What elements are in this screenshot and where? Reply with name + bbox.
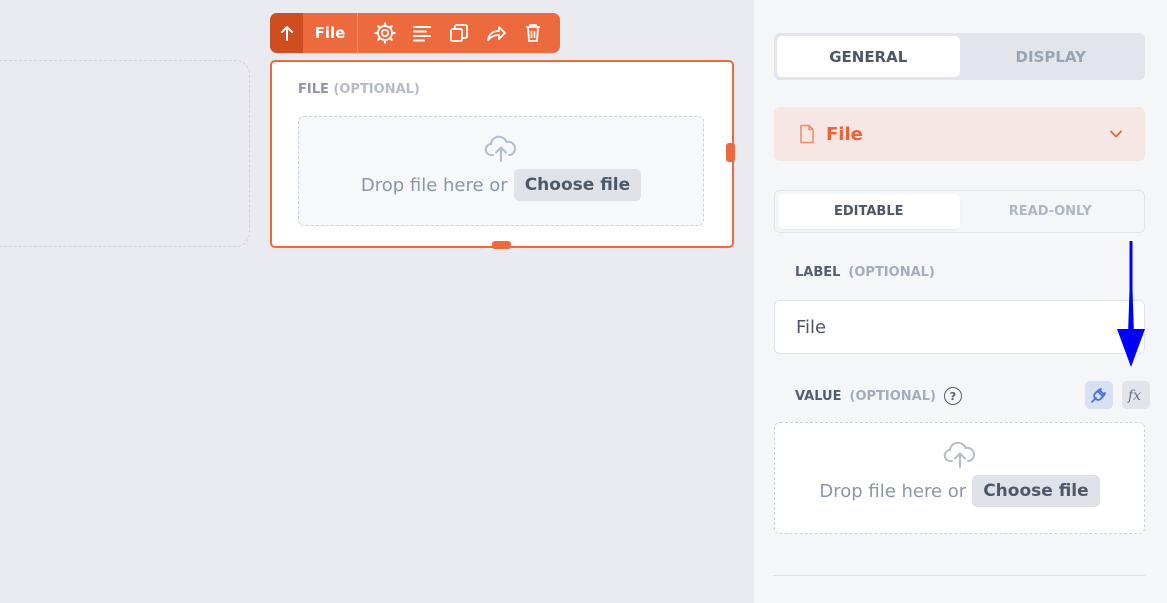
formula-button[interactable]: fx: [1122, 381, 1150, 409]
file-dropzone[interactable]: Drop file here or Choose file: [298, 116, 704, 226]
field-optional-tag: (OPTIONAL): [333, 82, 420, 97]
ghost-placeholder: [0, 60, 250, 247]
move-button[interactable]: [477, 13, 514, 53]
gear-icon: [373, 22, 396, 44]
section-divider: [773, 575, 1145, 576]
data-binding-button[interactable]: [1085, 381, 1113, 409]
function-icon: fx: [1127, 388, 1141, 404]
value-file-dropzone[interactable]: Drop file here or Choose file: [774, 422, 1145, 534]
align-left-icon: [412, 26, 431, 42]
cloud-upload-icon: [484, 135, 516, 162]
value-drop-text: Drop file here or: [819, 480, 967, 502]
label-section-heading: LABEL (OPTIONAL): [795, 265, 935, 280]
toolbar-element-name: File: [303, 13, 358, 53]
label-heading-text: LABEL: [795, 265, 841, 280]
arrow-up-icon: [280, 26, 293, 41]
settings-panel: GENERAL DISPLAY File EDITABLE READ-ONLY …: [754, 0, 1167, 603]
element-toolbar: File: [270, 13, 560, 53]
value-choose-file-button[interactable]: Choose file: [972, 475, 1100, 507]
copy-icon: [449, 24, 468, 42]
tab-display[interactable]: DISPLAY: [960, 36, 1143, 77]
tab-general[interactable]: GENERAL: [777, 36, 960, 77]
resize-handle-right[interactable]: [726, 143, 735, 162]
move-up-button[interactable]: [270, 13, 303, 53]
share-icon: [486, 26, 506, 41]
choose-file-button[interactable]: Choose file: [513, 169, 642, 201]
element-type-label: File: [826, 123, 863, 145]
help-icon[interactable]: ?: [943, 387, 962, 405]
trash-icon: [525, 24, 540, 42]
value-section-heading: VALUE (OPTIONAL) ?: [795, 387, 962, 405]
delete-button[interactable]: [514, 13, 551, 53]
drop-text: Drop file here or: [360, 174, 508, 196]
panel-tabs: GENERAL DISPLAY: [774, 33, 1145, 80]
builder-canvas: File FILE (OPTIONAL) Drop file here or C…: [0, 0, 754, 603]
file-icon: [800, 124, 814, 144]
duplicate-button[interactable]: [440, 13, 477, 53]
cloud-upload-icon: [943, 441, 975, 468]
chevron-down-icon: [1110, 130, 1122, 138]
mode-read-only[interactable]: READ-ONLY: [960, 194, 1142, 229]
value-heading-text: VALUE: [795, 388, 842, 404]
value-optional-tag: (OPTIONAL): [849, 388, 936, 404]
resize-handle-bottom[interactable]: [492, 241, 511, 249]
annotation-arrow-icon: [1117, 241, 1145, 367]
field-label-text: FILE: [298, 82, 329, 97]
mode-editable[interactable]: EDITABLE: [778, 194, 960, 229]
field-label: FILE (OPTIONAL): [298, 82, 420, 97]
plug-icon: [1091, 388, 1106, 403]
mode-toggle: EDITABLE READ-ONLY: [774, 190, 1145, 233]
settings-button[interactable]: [366, 13, 403, 53]
label-optional-tag: (OPTIONAL): [848, 265, 935, 280]
selected-file-element[interactable]: FILE (OPTIONAL) Drop file here or Choose…: [270, 60, 734, 248]
element-type-select[interactable]: File: [774, 107, 1145, 161]
label-input[interactable]: File: [774, 300, 1145, 354]
svg-text:fx: fx: [1127, 388, 1141, 404]
align-button[interactable]: [403, 13, 440, 53]
